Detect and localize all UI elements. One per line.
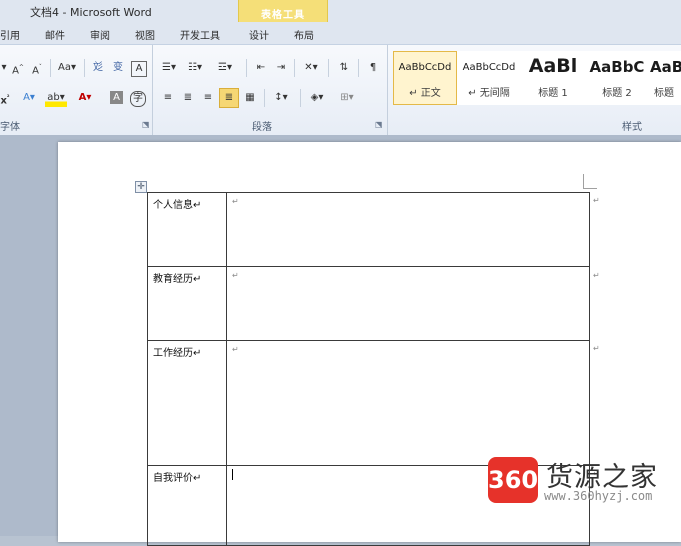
style-sample: AaBl — [528, 55, 578, 77]
row-label-cell[interactable]: 个人信息↵ — [147, 192, 227, 267]
align-center-icon[interactable]: ≣ — [180, 89, 196, 107]
table-move-handle[interactable]: ✛ — [135, 181, 147, 193]
row-label-cell[interactable]: 教育经历↵ — [147, 266, 227, 341]
group-separator — [387, 45, 388, 135]
row-label-cell[interactable]: 自我评价↵ — [147, 465, 227, 546]
borders-icon[interactable]: ⊞▾ — [336, 89, 358, 107]
chinese-layout-icon[interactable]: ✕▾ — [301, 59, 321, 77]
decrease-indent-icon[interactable]: ⇤ — [253, 59, 269, 77]
row-label-cell[interactable]: 工作经历↵ — [147, 340, 227, 466]
line-spacing-icon[interactable]: ↕▾ — [270, 89, 292, 107]
tab-design[interactable]: 设计 — [249, 27, 269, 42]
enclose-characters-icon[interactable]: 变 — [110, 59, 126, 77]
tab-review[interactable]: 审阅 — [90, 27, 110, 42]
grow-font-icon[interactable]: A^ — [11, 59, 25, 77]
paragraph-mark: ↵ — [232, 271, 239, 280]
row-end-mark: ↵ — [593, 196, 600, 205]
style-normal[interactable]: AaBbCcDd ↵ 正文 — [393, 51, 457, 105]
tab-view[interactable]: 视图 — [135, 27, 155, 42]
justify-icon[interactable]: ≣ — [219, 88, 239, 108]
style-no-spacing[interactable]: AaBbCcDd ↵ 无间隔 — [457, 51, 521, 105]
style-title[interactable]: AaB 标题 — [647, 51, 681, 105]
tab-developer[interactable]: 开发工具 — [180, 27, 220, 42]
row-value-cell[interactable]: ↵ — [226, 192, 590, 267]
distributed-icon[interactable]: ▦ — [242, 89, 258, 107]
style-name: ↵ 无间隔 — [468, 88, 510, 99]
paragraph-mark: ↵ — [232, 345, 239, 354]
style-name: 标题 — [654, 88, 674, 99]
numbering-icon[interactable]: ☷▾ — [186, 59, 204, 77]
separator — [84, 59, 85, 77]
font-color-icon[interactable]: A▾ — [75, 89, 95, 107]
style-sample: AaBbC — [589, 58, 645, 76]
shrink-font-icon[interactable]: Aˇ — [30, 59, 44, 77]
style-sample: AaB — [650, 58, 681, 76]
phonetic-guide-icon[interactable]: 彣 — [90, 59, 106, 77]
align-right-icon[interactable]: ≡ — [200, 89, 216, 107]
separator — [300, 89, 301, 107]
row-value-cell[interactable]: ↵ — [226, 340, 590, 466]
tab-references[interactable]: 引用 — [0, 27, 20, 42]
style-sample: AaBbCcDd — [398, 62, 452, 73]
align-left-icon[interactable]: ≡ — [160, 89, 176, 107]
enclosed-character-icon[interactable]: 字 — [130, 91, 146, 107]
paragraph-group-label: 段落 — [252, 122, 272, 133]
paragraph-mark: ↵ — [232, 197, 239, 206]
row-end-mark: ↵ — [593, 271, 600, 280]
margin-corner-mark — [583, 174, 584, 188]
ribbon-tabs: 引用 邮件 审阅 视图 开发工具 设计 布局 — [0, 22, 681, 44]
row-end-mark: ↵ — [593, 344, 600, 353]
increase-indent-icon[interactable]: ⇥ — [273, 59, 289, 77]
bullets-icon[interactable]: ☰▾ — [160, 59, 178, 77]
paragraph-dialog-launcher-icon[interactable]: ⬔ — [375, 120, 383, 129]
group-separator — [152, 45, 153, 135]
watermark-badge: 360 — [488, 457, 538, 503]
style-sample: AaBbCcDd — [462, 62, 516, 73]
style-heading-1[interactable]: AaBl 标题 1 — [521, 51, 585, 105]
watermark-url: www.360hyzj.com — [544, 489, 653, 503]
style-name: 标题 1 — [538, 88, 568, 99]
row-value-cell[interactable]: ↵ — [226, 266, 590, 341]
character-border-icon[interactable]: A — [131, 61, 147, 77]
margin-corner-mark — [583, 188, 597, 189]
highlight-color-icon[interactable]: ab▾ — [45, 89, 67, 107]
style-heading-2[interactable]: AaBbC 标题 2 — [585, 51, 649, 105]
table-row: 工作经历↵ ↵ — [147, 340, 590, 466]
text-cursor — [232, 469, 233, 480]
superscript-icon[interactable]: x² — [0, 89, 10, 107]
styles-gallery: AaBbCcDd ↵ 正文 AaBbCcDd ↵ 无间隔 AaBl 标题 1 A… — [393, 51, 681, 107]
font-size-dropdown-icon[interactable]: ▾ — [0, 59, 8, 77]
separator — [294, 59, 295, 77]
multilevel-list-icon[interactable]: ☲▾ — [214, 59, 236, 77]
tab-mailings[interactable]: 邮件 — [45, 27, 65, 42]
tab-layout[interactable]: 布局 — [294, 27, 314, 42]
watermark: 360 货源之家 www.360hyzj.com — [486, 455, 681, 515]
text-effects-icon[interactable]: A▾ — [20, 89, 38, 107]
contextual-group-label: 表格工具 — [261, 10, 305, 21]
table-row: 教育经历↵ ↵ — [147, 266, 590, 341]
style-name: ↵ 正文 — [409, 88, 441, 99]
styles-group-label: 样式 — [622, 122, 642, 133]
font-dialog-launcher-icon[interactable]: ⬔ — [142, 120, 150, 129]
style-name: 标题 2 — [602, 88, 632, 99]
change-case-icon[interactable]: Aa▾ — [56, 59, 78, 77]
separator — [328, 59, 329, 77]
window-title: 文档4 - Microsoft Word — [30, 6, 152, 19]
separator — [358, 59, 359, 77]
separator — [50, 59, 51, 77]
table-row: 个人信息↵ ↵ — [147, 192, 590, 267]
character-shading-icon[interactable]: A — [110, 91, 123, 104]
shading-icon[interactable]: ◈▾ — [306, 89, 328, 107]
title-bar: 文档4 - Microsoft Word — [0, 0, 681, 22]
ribbon: ▾ A^ Aˇ Aa▾ 彣 变 A x² A▾ ab▾ A▾ A 字 字体 ⬔ … — [0, 44, 681, 136]
separator — [264, 89, 265, 107]
separator — [246, 59, 247, 77]
font-group-label: 字体 — [0, 122, 20, 133]
show-formatting-marks-icon[interactable]: ¶ — [366, 59, 380, 77]
sort-icon[interactable]: ⇅ — [336, 59, 352, 77]
